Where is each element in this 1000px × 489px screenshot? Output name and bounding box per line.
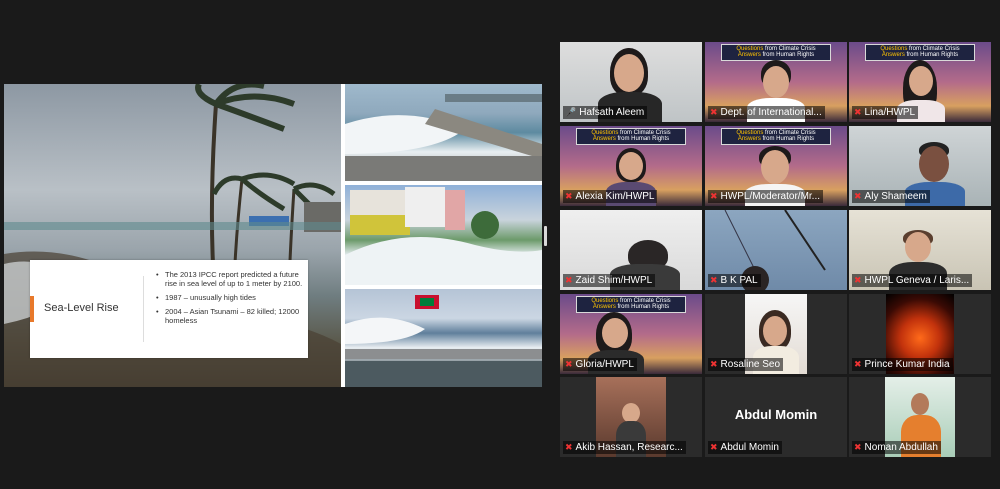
participant-name-label: ✖ Abdul Momin [708, 441, 782, 454]
participant-name-label: ✖ Lina/HWPL [852, 106, 919, 119]
participant-name-label: ✖ Noman Abdullah [852, 441, 941, 454]
participant-tile[interactable]: Questions from Climate Crisis Answers fro… [849, 42, 991, 122]
slide-divider [143, 276, 144, 342]
mic-muted-icon: ✖ [710, 107, 718, 117]
slide-bullet: 2004 – Asian Tsunami – 82 killed; 12000 … [156, 307, 306, 325]
split-view-handle[interactable] [544, 226, 547, 246]
participant-tile[interactable]: Questions from Climate Crisis Answers fro… [560, 126, 702, 206]
participant-name-label: 🎤 Hafsath Aleem [563, 106, 648, 119]
participant-tile[interactable]: Questions from Climate Crisis Answers fro… [705, 42, 847, 122]
maldives-flag-waves-photo [345, 289, 542, 387]
participant-tile[interactable]: ✖ Akib Hassan, Researc... [560, 377, 702, 457]
mic-icon: 🎤 [565, 107, 577, 117]
participant-name-label: ✖ HWPL Geneva / Laris... [852, 274, 973, 287]
mic-muted-icon: ✖ [854, 107, 862, 117]
participant-tile[interactable]: ✖ Aly Shameem [849, 126, 991, 206]
mic-muted-icon: ✖ [854, 359, 862, 369]
slide-bullet: 1987 – unusually high tides [156, 293, 306, 302]
slide-text-box: Sea-Level Rise The 2013 IPCC report pred… [30, 260, 308, 358]
participant-name-label: ✖ Dept. of International... [708, 106, 825, 119]
flooded-street-photo [345, 185, 542, 285]
participant-name-label: ✖ Gloria/HWPL [563, 358, 637, 371]
participant-name-label: ✖ Akib Hassan, Researc... [563, 441, 686, 454]
mic-muted-icon: ✖ [710, 442, 718, 452]
mic-muted-icon: ✖ [565, 442, 573, 452]
participant-tile[interactable]: Questions from Climate Crisis Answers fro… [560, 294, 702, 374]
slide-title: Sea-Level Rise [44, 302, 119, 314]
participant-display-name: Abdul Momin [734, 407, 818, 422]
mic-muted-icon: ✖ [565, 275, 573, 285]
mic-muted-icon: ✖ [565, 359, 573, 369]
participant-tile[interactable]: 🎤 Hafsath Aleem [560, 42, 702, 122]
participant-tile[interactable]: ✖ Noman Abdullah [849, 377, 991, 457]
participant-tile[interactable]: ✖ B K PAL [705, 210, 847, 290]
participant-name-label: ✖ HWPL/Moderator/Mr... [708, 190, 824, 203]
participant-tile[interactable]: Questions from Climate Crisis Answers fro… [705, 126, 847, 206]
shared-screen: Sea-Level Rise The 2013 IPCC report pred… [4, 84, 542, 387]
event-banner: Questions from Climate Crisis Answers fro… [865, 44, 975, 61]
participant-tile[interactable]: ✖ Zaid Shim/HWPL [560, 210, 702, 290]
participant-name-label: ✖ Prince Kumar India [852, 358, 953, 371]
slide-accent-bar [30, 296, 34, 322]
participant-name-label: ✖ Alexia Kim/HWPL [563, 190, 658, 203]
slide-bullet: The 2013 IPCC report predicted a future … [156, 270, 306, 288]
event-banner: Questions from Climate Crisis Answers fro… [721, 44, 831, 61]
event-banner: Questions from Climate Crisis Answers fro… [721, 128, 831, 145]
mic-muted-icon: ✖ [710, 191, 718, 201]
participant-tile[interactable]: ✖ Rosaline Seo [705, 294, 847, 374]
mic-muted-icon: ✖ [710, 359, 718, 369]
mic-muted-icon: ✖ [854, 275, 862, 285]
event-banner: Questions from Climate Crisis Answers fro… [576, 128, 686, 145]
mic-muted-icon: ✖ [710, 275, 718, 285]
participant-tile[interactable]: Abdul Momin ✖ Abdul Momin [705, 377, 847, 457]
participant-name-label: ✖ Aly Shameem [852, 190, 930, 203]
mic-muted-icon: ✖ [565, 191, 573, 201]
mic-muted-icon: ✖ [854, 442, 862, 452]
mic-muted-icon: ✖ [854, 191, 862, 201]
participant-name-label: ✖ Rosaline Seo [708, 358, 784, 371]
slide-bullet-list: The 2013 IPCC report predicted a future … [156, 270, 306, 330]
participant-name-label: ✖ B K PAL [708, 274, 761, 287]
event-banner: Questions from Climate Crisis Answers fro… [576, 296, 686, 313]
participant-tile[interactable]: ✖ Prince Kumar India [849, 294, 991, 374]
participant-name-label: ✖ Zaid Shim/HWPL [563, 274, 656, 287]
seawall-waves-photo [345, 84, 542, 181]
participant-tile[interactable]: ✖ HWPL Geneva / Laris... [849, 210, 991, 290]
